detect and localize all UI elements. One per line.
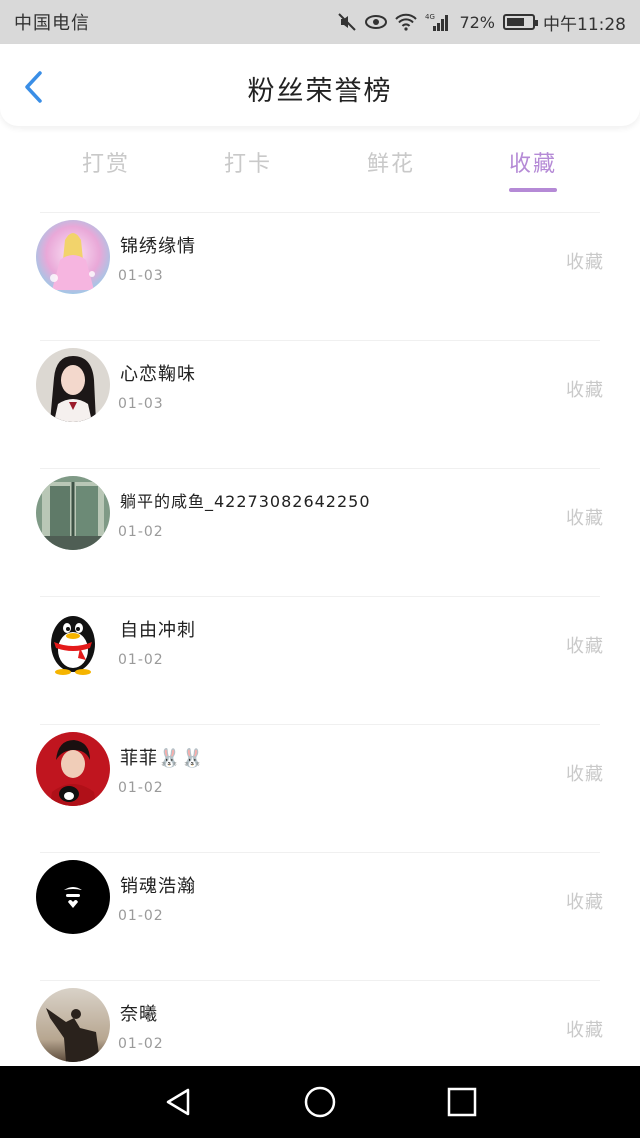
favorite-label: 收藏: [566, 764, 604, 785]
fan-list: 锦绣缘情 01-03 收藏 心恋鞠味 01-03 收藏 躺平的咸鱼_422730…: [0, 212, 640, 1108]
user-date: 01-02: [118, 1036, 164, 1052]
list-item[interactable]: 自由冲刺 01-02 收藏: [0, 596, 640, 724]
nav-back-button[interactable]: [160, 1084, 196, 1120]
circle-home-icon: [304, 1086, 336, 1118]
tab-flowers[interactable]: 鲜花: [341, 146, 441, 178]
status-icons: 4G 72% 中午11:28: [337, 10, 626, 35]
battery-level: [507, 18, 524, 26]
list-item[interactable]: 锦绣缘情 01-03 收藏: [0, 212, 640, 340]
avatar[interactable]: [36, 348, 110, 422]
user-date: 01-02: [118, 780, 164, 796]
list-item[interactable]: 销魂浩瀚 01-02 收藏: [0, 852, 640, 980]
favorite-label: 收藏: [566, 892, 604, 913]
divider: [40, 596, 600, 597]
tab-active-indicator: [509, 188, 557, 192]
triangle-back-icon: [166, 1088, 190, 1116]
avatar[interactable]: [36, 220, 110, 294]
avatar[interactable]: [36, 604, 110, 678]
user-date: 01-02: [118, 908, 164, 924]
avatar[interactable]: [36, 988, 110, 1062]
favorite-label: 收藏: [566, 508, 604, 529]
divider: [40, 724, 600, 725]
signal-icon: 4G: [425, 12, 451, 32]
square-recents-icon: [447, 1087, 477, 1117]
favorite-label: 收藏: [566, 380, 604, 401]
tab-favorites[interactable]: 收藏: [483, 146, 583, 178]
system-nav-bar: [0, 1066, 640, 1138]
divider: [40, 212, 600, 213]
nav-recents-button[interactable]: [444, 1084, 480, 1120]
tab-bar: 打赏 打卡 鲜花 收藏: [0, 140, 640, 196]
divider: [40, 468, 600, 469]
status-bar: 中国电信 4G 72% 中午11:28: [0, 0, 640, 44]
list-item[interactable]: 躺平的咸鱼_42273082642250 01-02 收藏: [0, 468, 640, 596]
divider: [40, 980, 600, 981]
clock: 中午11:28: [543, 14, 626, 35]
favorite-label: 收藏: [566, 1020, 604, 1041]
user-name: 销魂浩瀚: [120, 876, 196, 897]
user-date: 01-02: [118, 652, 164, 668]
avatar[interactable]: [36, 732, 110, 806]
battery-icon: [503, 14, 538, 30]
user-name: 锦绣缘情: [120, 236, 196, 257]
carrier-label: 中国电信: [14, 13, 90, 34]
divider: [40, 340, 600, 341]
divider: [40, 852, 600, 853]
user-name: 心恋鞠味: [120, 364, 196, 385]
favorite-label: 收藏: [566, 252, 604, 273]
user-name: 菲菲🐰🐰: [120, 748, 205, 769]
battery-percent: 72%: [459, 12, 495, 32]
user-date: 01-03: [118, 268, 164, 284]
penguin-icon: [36, 604, 110, 678]
user-name: 奈曦: [120, 1004, 158, 1025]
user-date: 01-03: [118, 396, 164, 412]
nav-home-button[interactable]: [302, 1084, 338, 1120]
user-date: 01-02: [118, 524, 164, 540]
favorite-label: 收藏: [566, 636, 604, 657]
user-name: 自由冲刺: [120, 620, 196, 641]
eye-icon: [365, 14, 388, 30]
svg-text:4G: 4G: [425, 13, 435, 21]
list-item[interactable]: 心恋鞠味 01-03 收藏: [0, 340, 640, 468]
user-name: 躺平的咸鱼_42273082642250: [120, 492, 371, 511]
wifi-icon: [395, 13, 418, 31]
tab-checkin[interactable]: 打卡: [198, 146, 298, 178]
page-title: 粉丝荣誉榜: [247, 76, 393, 107]
avatar[interactable]: [36, 476, 110, 550]
avatar[interactable]: [36, 860, 110, 934]
list-item[interactable]: 菲菲🐰🐰 01-02 收藏: [0, 724, 640, 852]
mute-icon: [337, 12, 357, 32]
tab-reward[interactable]: 打赏: [56, 146, 156, 178]
